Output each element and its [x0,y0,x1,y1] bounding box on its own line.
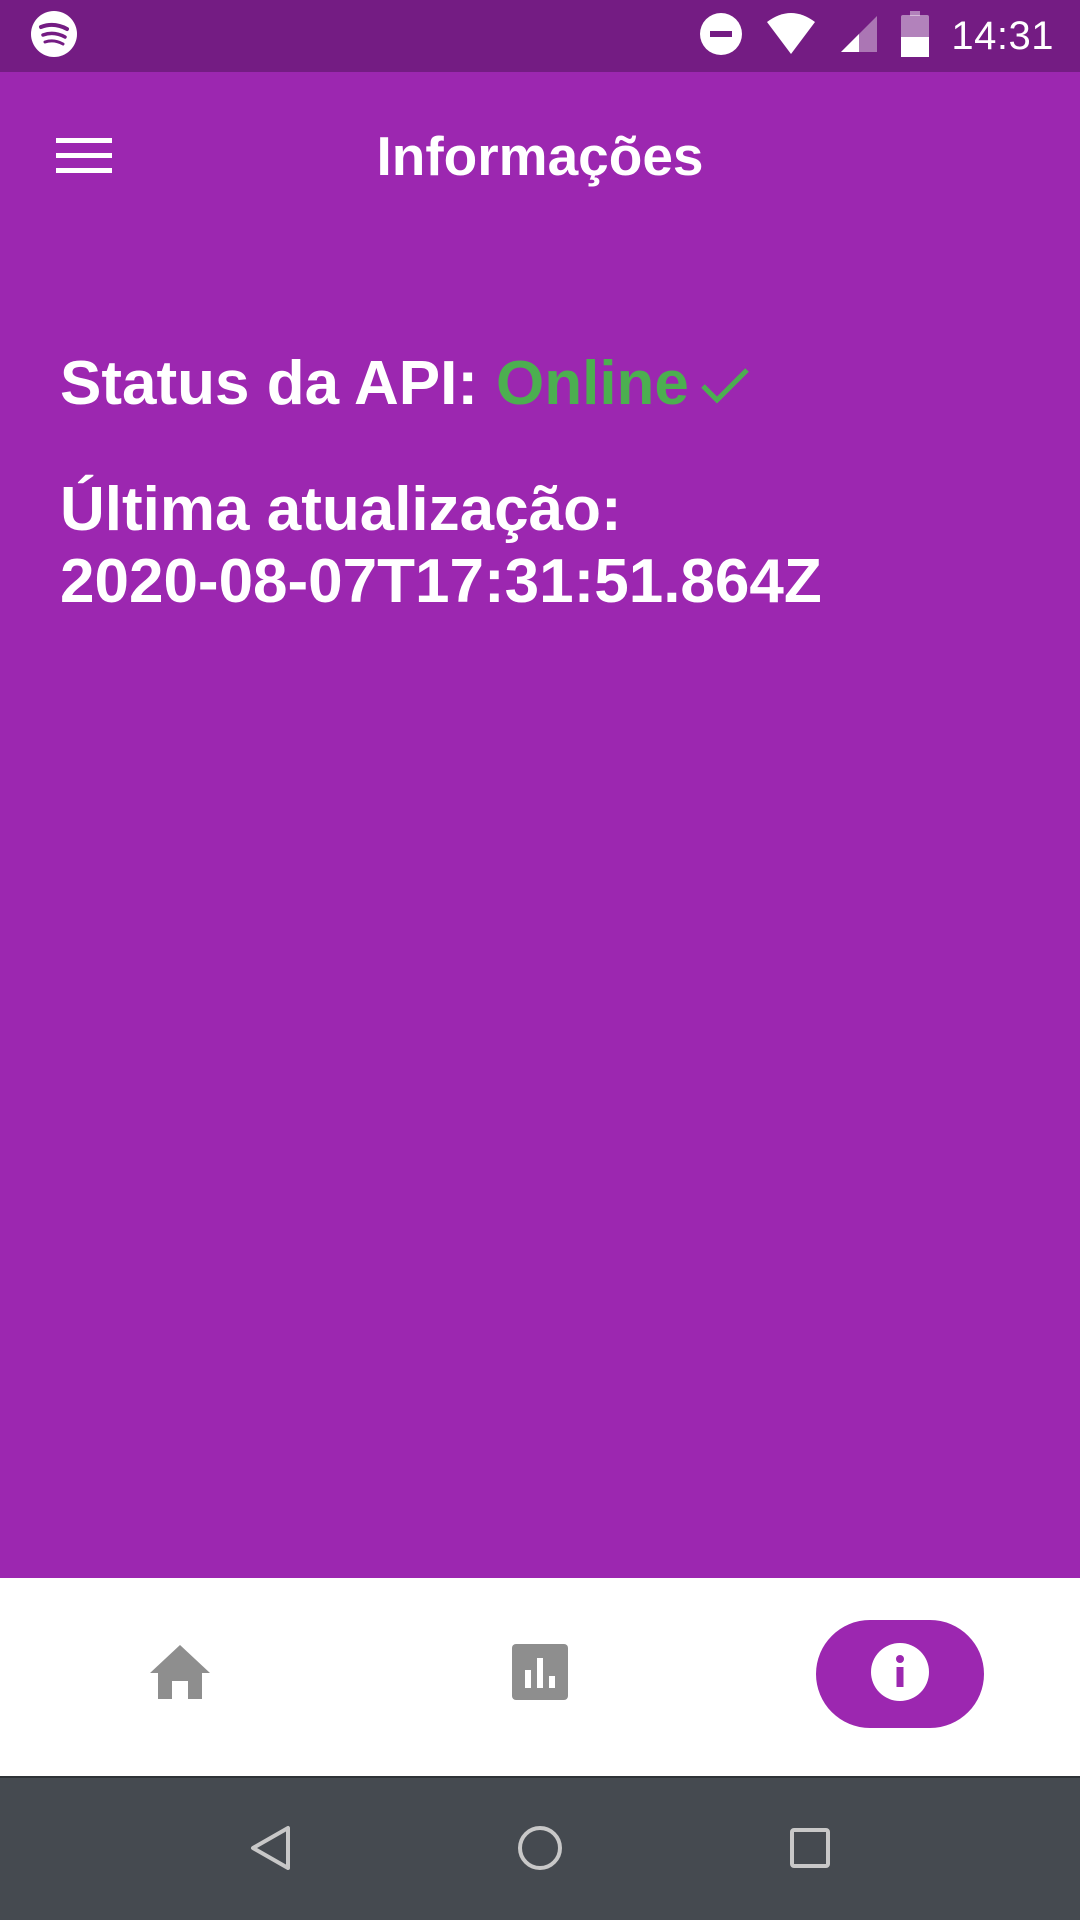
api-status-row: Status da API: Online [60,349,1040,418]
nav-info-button[interactable] [816,1620,984,1728]
wifi-icon [765,12,817,61]
page-title: Informações [376,125,704,187]
home-circle-icon [516,1824,564,1877]
api-status-label: Status da API: [60,349,478,418]
system-navigation-bar [0,1776,1080,1920]
system-back-button[interactable] [238,1818,302,1882]
last-update-value: 2020-08-07T17:31:51.864Z [60,547,822,617]
recents-icon [788,1826,832,1875]
battery-icon [901,10,930,62]
nav-stats-button[interactable] [456,1620,624,1728]
status-time: 14:31 [951,13,1054,58]
info-content: Status da API: Online Última atualização… [60,349,1040,617]
do-not-disturb-icon [699,12,743,61]
back-icon [248,1824,292,1877]
bottom-navigation [0,1578,1080,1776]
cellular-signal-icon [839,14,879,59]
info-icon [870,1642,930,1707]
status-bar: 14:31 [0,0,1080,72]
api-status-value: Online [496,349,689,418]
app-bar: Informações [0,72,1080,244]
system-home-button[interactable] [508,1818,572,1882]
home-icon [148,1643,212,1706]
system-recents-button[interactable] [778,1818,842,1882]
bar-chart-icon [512,1643,568,1705]
app-screen: 14:31 Informações Status da API: Online [0,0,1080,1920]
check-icon [697,356,753,412]
nav-home-button[interactable] [96,1620,264,1728]
spotify-icon [30,10,78,63]
last-update-block: Última atualização: 2020-08-07T17:31:51.… [60,475,1040,617]
last-update-label: Última atualização: [60,475,622,545]
